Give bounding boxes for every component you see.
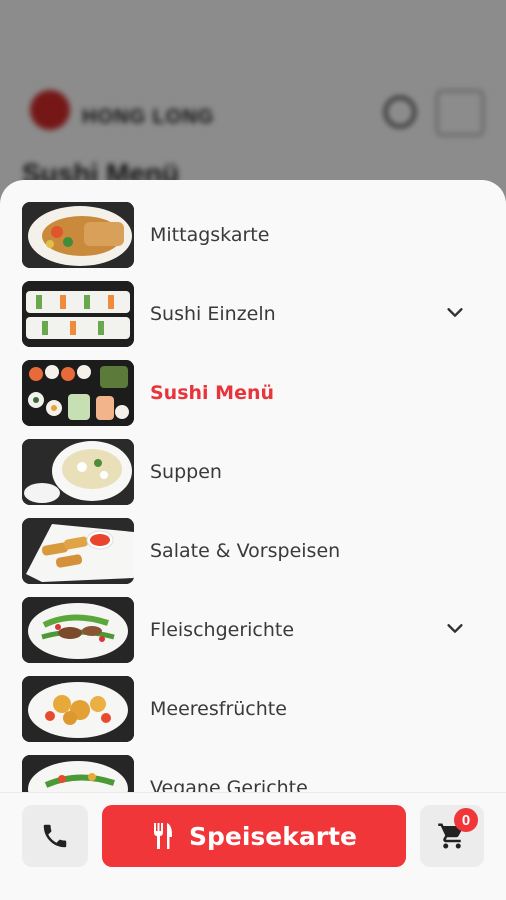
category-item-sushi-menu[interactable]: Sushi Menü (0, 360, 506, 439)
category-item-fleischgerichte[interactable]: Fleischgerichte (0, 597, 506, 676)
category-item-mittagskarte[interactable]: Mittagskarte (0, 202, 506, 281)
category-label: Mittagskarte (150, 224, 270, 246)
phone-icon (43, 824, 67, 848)
category-item-salate[interactable]: Salate & Vorspeisen (0, 518, 506, 597)
chevron-down-icon[interactable] (444, 617, 466, 639)
dish-image-sushi-menu (22, 360, 134, 426)
category-label: Fleischgerichte (150, 619, 295, 641)
speisekarte-label: Speisekarte (189, 821, 357, 851)
dish-image-meeresfruechte (22, 676, 134, 742)
category-label: Sushi Einzeln (150, 303, 276, 325)
category-item-meeresfruechte[interactable]: Meeresfrüchte (0, 676, 506, 755)
bottom-action-bar: Speisekarte (0, 792, 506, 900)
category-list: Mittagskarte Sushi Einzeln Sushi Menü Su… (0, 202, 506, 834)
fork-knife-icon (154, 823, 172, 849)
category-label-active: Sushi Menü (150, 382, 275, 404)
dish-image-salate (22, 518, 134, 584)
dish-image-suppen (22, 439, 134, 505)
category-item-sushi-einzeln[interactable]: Sushi Einzeln (0, 281, 506, 360)
category-label: Suppen (150, 461, 222, 483)
dish-image-sushi-einzeln (22, 281, 134, 347)
category-label: Salate & Vorspeisen (150, 540, 341, 562)
chevron-down-icon[interactable] (444, 301, 466, 323)
dish-image-fleischgerichte (22, 597, 134, 663)
dish-image-mittagskarte (22, 202, 134, 268)
call-button[interactable] (22, 805, 88, 867)
cart-count-badge: 0 (454, 808, 478, 832)
speisekarte-button[interactable]: Speisekarte (102, 805, 406, 867)
category-item-suppen[interactable]: Suppen (0, 439, 506, 518)
category-label: Meeresfrüchte (150, 698, 287, 720)
